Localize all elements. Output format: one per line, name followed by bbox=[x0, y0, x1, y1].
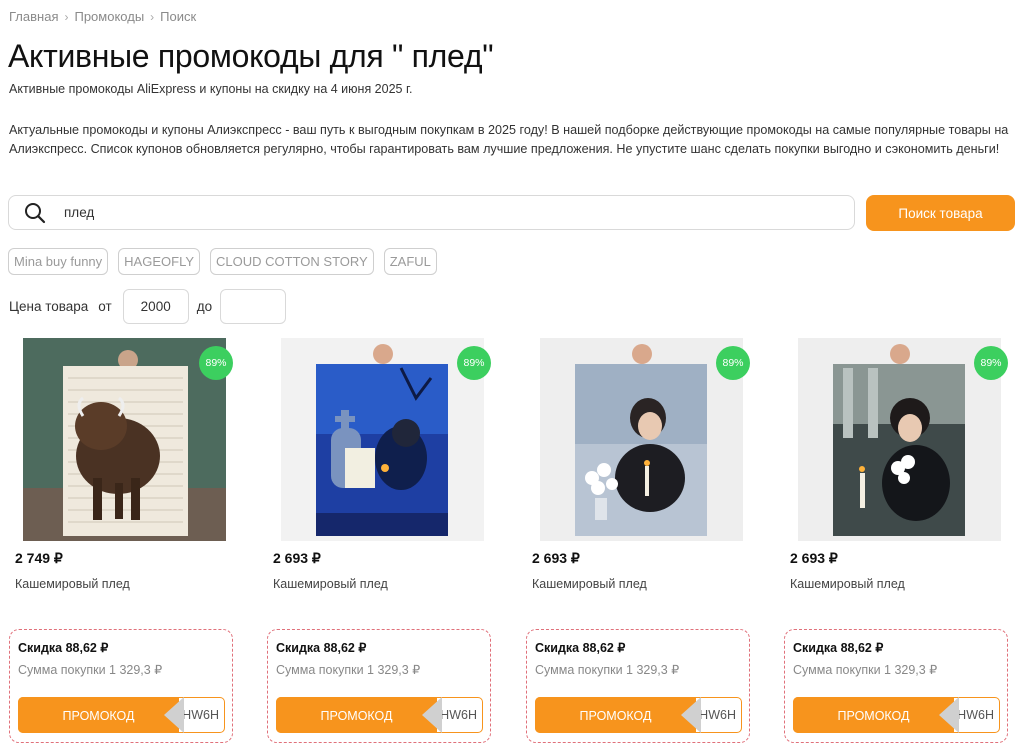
breadcrumb-home[interactable]: Главная bbox=[9, 9, 58, 24]
product-title[interactable]: Кашемировый плед bbox=[15, 577, 130, 591]
product-image[interactable] bbox=[281, 338, 484, 541]
price-filter: Цена товара от до bbox=[9, 289, 287, 324]
product-image[interactable] bbox=[540, 338, 743, 541]
search-input[interactable] bbox=[62, 204, 766, 221]
discount-badge: 89% bbox=[199, 346, 233, 380]
promo-code-button[interactable]: ПРОМОКОД bbox=[276, 697, 437, 733]
price-filter-label: Цена товара bbox=[9, 299, 89, 314]
coupon-discount: Скидка 88,62 ₽ bbox=[276, 641, 367, 655]
breadcrumb-current: Поиск bbox=[160, 9, 197, 24]
coupon: Скидка 88,62 ₽ Сумма покупки 1 329,3 ₽ Y… bbox=[526, 629, 750, 743]
fold-corner-icon bbox=[422, 697, 442, 733]
page-title: Активные промокоды для " плед" bbox=[8, 38, 494, 74]
product-price: 2 749 ₽ bbox=[15, 550, 63, 566]
coupon-min-sum: Сумма покупки 1 329,3 ₽ bbox=[793, 663, 938, 677]
coupon-min-sum: Сумма покупки 1 329,3 ₽ bbox=[535, 663, 680, 677]
chevron-right-icon: › bbox=[150, 9, 155, 24]
chevron-right-icon: › bbox=[64, 9, 69, 24]
tag-zaful[interactable]: ZAFUL bbox=[383, 248, 437, 275]
coupon-min-sum: Сумма покупки 1 329,3 ₽ bbox=[18, 663, 163, 677]
coupon: Скидка 88,62 ₽ Сумма покупки 1 329,3 ₽ Y… bbox=[784, 629, 1008, 743]
search-box bbox=[8, 195, 855, 230]
product-card[interactable]: 89% 2 693 ₽ Кашемировый плед Скидка 88,6… bbox=[784, 337, 1020, 743]
coupon-discount: Скидка 88,62 ₽ bbox=[535, 641, 626, 655]
product-image[interactable] bbox=[23, 338, 226, 541]
breadcrumb: Главная › Промокоды › Поиск bbox=[9, 9, 196, 24]
brand-tags: Mina buy funny HAGEOFLY CLOUD COTTON STO… bbox=[8, 248, 437, 275]
coupon: Скидка 88,62 ₽ Сумма покупки 1 329,3 ₽ Y… bbox=[267, 629, 491, 743]
search-icon bbox=[25, 202, 46, 223]
product-title[interactable]: Кашемировый плед bbox=[790, 577, 905, 591]
tag-hageofly[interactable]: HAGEOFLY bbox=[118, 248, 201, 275]
price-from-label: от bbox=[98, 299, 112, 314]
fold-corner-icon bbox=[681, 697, 701, 733]
promo-code-widget[interactable]: YHW6H ПРОМОКОД bbox=[793, 697, 1000, 733]
promo-code-button[interactable]: ПРОМОКОД bbox=[793, 697, 954, 733]
fold-corner-icon bbox=[939, 697, 959, 733]
promo-code-button[interactable]: ПРОМОКОД bbox=[18, 697, 179, 733]
price-from-input[interactable] bbox=[122, 289, 189, 324]
promo-code-widget[interactable]: YHW6H ПРОМОКОД bbox=[535, 697, 742, 733]
discount-badge: 89% bbox=[716, 346, 750, 380]
coupon-discount: Скидка 88,62 ₽ bbox=[793, 641, 884, 655]
product-price: 2 693 ₽ bbox=[532, 550, 580, 566]
price-to-label: до bbox=[196, 299, 213, 314]
tag-cloud-cotton-story[interactable]: CLOUD COTTON STORY bbox=[210, 248, 374, 275]
page-subtitle: Активные промокоды AliExpress и купоны н… bbox=[9, 82, 413, 96]
product-image[interactable] bbox=[798, 338, 1001, 541]
promo-code-widget[interactable]: YHW6H ПРОМОКОД bbox=[18, 697, 225, 733]
promo-code-button[interactable]: ПРОМОКОД bbox=[535, 697, 696, 733]
coupon-min-sum: Сумма покупки 1 329,3 ₽ bbox=[276, 663, 421, 677]
search-button[interactable]: Поиск товара bbox=[866, 195, 1015, 231]
page-description: Актуальные промокоды и купоны Алиэкспрес… bbox=[9, 123, 1009, 156]
breadcrumb-promocodes[interactable]: Промокоды bbox=[74, 9, 144, 24]
product-price: 2 693 ₽ bbox=[790, 550, 838, 566]
discount-badge: 89% bbox=[974, 346, 1008, 380]
product-title[interactable]: Кашемировый плед bbox=[532, 577, 647, 591]
product-card[interactable]: 89% 2 693 ₽ Кашемировый плед Скидка 88,6… bbox=[526, 337, 762, 743]
tag-mina-buy-funny[interactable]: Mina buy funny bbox=[8, 248, 109, 275]
promo-code-widget[interactable]: YHW6H ПРОМОКОД bbox=[276, 697, 483, 733]
product-card[interactable]: 89% 2 749 ₽ Кашемировый плед Скидка 88,6… bbox=[9, 337, 245, 743]
discount-badge: 89% bbox=[457, 346, 491, 380]
product-price: 2 693 ₽ bbox=[273, 550, 321, 566]
fold-corner-icon bbox=[164, 697, 184, 733]
coupon-discount: Скидка 88,62 ₽ bbox=[18, 641, 109, 655]
product-card[interactable]: 89% 2 693 ₽ Кашемировый плед Скидка 88,6… bbox=[267, 337, 503, 743]
price-to-input[interactable] bbox=[220, 289, 287, 324]
product-title[interactable]: Кашемировый плед bbox=[273, 577, 388, 591]
coupon: Скидка 88,62 ₽ Сумма покупки 1 329,3 ₽ Y… bbox=[9, 629, 233, 743]
